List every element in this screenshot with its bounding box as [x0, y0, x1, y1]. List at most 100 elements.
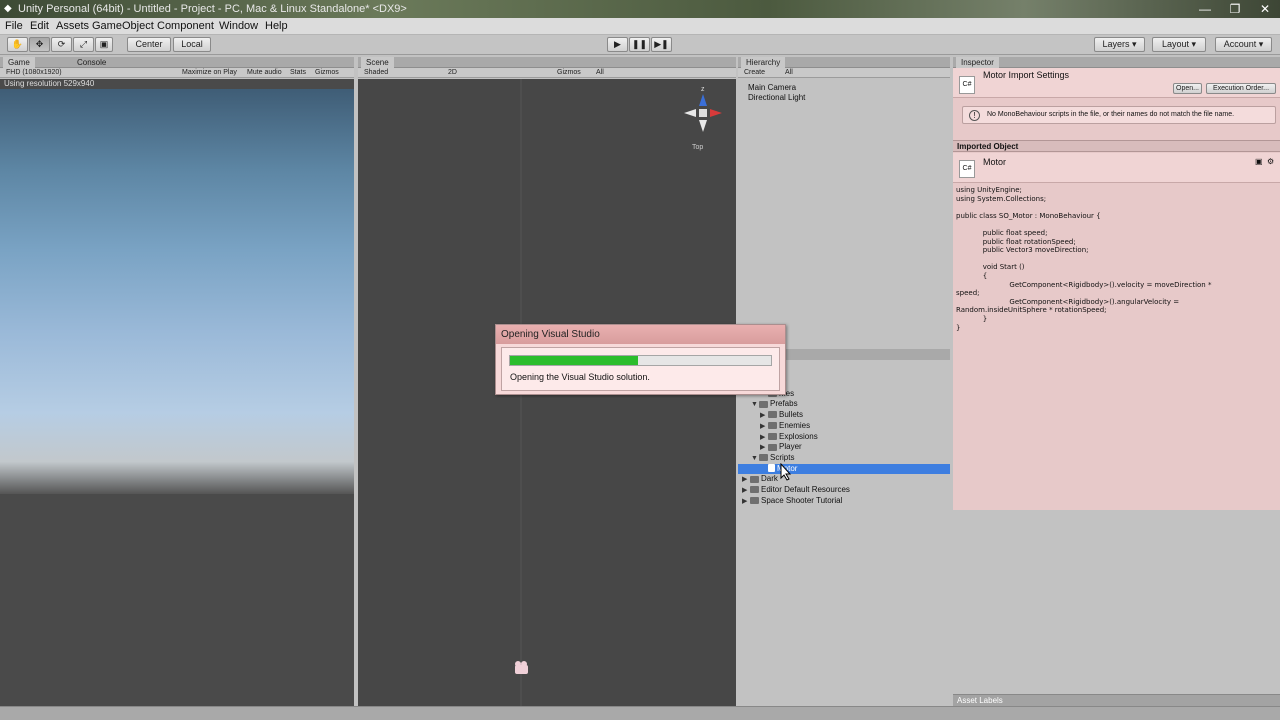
rotate-tool-button[interactable]: ⟳	[51, 37, 72, 52]
project-tree-label: Explosions	[779, 431, 818, 441]
close-button[interactable]: ✕	[1250, 0, 1280, 18]
expand-arrow-icon[interactable]: ▶	[742, 497, 750, 507]
folder-icon	[759, 454, 768, 462]
game-controls-bar: FHD (1080x1920) Maximize on Play Mute au…	[0, 68, 354, 78]
hierarchy-tabbar: Hierarchy	[738, 57, 950, 68]
tab-game[interactable]: Game	[3, 57, 35, 68]
menu-window[interactable]: Window	[219, 19, 258, 34]
scale-tool-button[interactable]: ⤢	[73, 37, 94, 52]
mute-audio-toggle[interactable]: Mute audio	[247, 68, 282, 78]
project-tree-item[interactable]: ▶ Dark	[738, 474, 950, 485]
expand-arrow-icon[interactable]: ▶	[742, 475, 750, 485]
rect-tool-button[interactable]: ▣	[95, 37, 113, 52]
tab-scene[interactable]: Scene	[361, 57, 394, 68]
play-button[interactable]: ▶	[607, 37, 628, 52]
account-dropdown[interactable]: Account ▾	[1215, 37, 1272, 52]
2d-toggle[interactable]: 2D	[448, 68, 457, 78]
camera-icon[interactable]	[515, 661, 528, 674]
execution-order-button[interactable]: Execution Order...	[1206, 83, 1276, 94]
project-tree-label: Editor Default Resources	[761, 485, 850, 494]
dialog-title: Opening Visual Studio	[496, 325, 785, 344]
hierarchy-search-input[interactable]: All	[785, 68, 793, 78]
move-tool-button[interactable]: ✥	[29, 37, 50, 52]
step-icon: ▶❚	[654, 39, 669, 49]
code-line: }	[956, 323, 961, 332]
game-tabbar: Game Console	[0, 57, 354, 68]
warning-box: ! No MonoBehaviour scripts in the file, …	[962, 106, 1276, 124]
script-file-icon: C#	[959, 76, 975, 94]
play-icon: ▶	[614, 39, 621, 49]
pause-button[interactable]: ❚❚	[629, 37, 650, 52]
gear-icon[interactable]: ⚙	[1267, 157, 1274, 166]
project-tree: ermes▼Prefabs▶Bullets▶Enemies▶Explosions…	[738, 360, 950, 706]
menu-edit[interactable]: Edit	[30, 19, 49, 34]
menu-gameobject[interactable]: GameObject	[92, 19, 154, 34]
window-title: Unity Personal (64bit) - Untitled - Proj…	[18, 3, 407, 15]
folder-icon	[759, 400, 768, 408]
warning-icon: !	[969, 110, 980, 121]
scene-gizmos-dropdown[interactable]: Gizmos	[557, 68, 581, 78]
project-tree-item[interactable]: Motor	[738, 463, 950, 474]
maximize-button[interactable]: ❐	[1220, 0, 1250, 18]
window-titlebar: ◆ Unity Personal (64bit) - Untitled - Pr…	[0, 0, 1280, 18]
folder-icon	[768, 422, 777, 430]
game-viewport[interactable]: Using resolution 529x940	[0, 79, 354, 706]
tab-hierarchy[interactable]: Hierarchy	[741, 57, 786, 68]
project-tree-item[interactable]: ▶ Player	[738, 442, 950, 453]
help-icon[interactable]: ▣	[1255, 157, 1263, 166]
project-tree-item[interactable]: ▶ Enemies	[738, 421, 950, 432]
game-panel-header: Game Console FHD (1080x1920) Maximize on…	[0, 57, 354, 79]
gizmos-toggle[interactable]: Gizmos	[315, 68, 339, 78]
status-bar	[0, 706, 1280, 720]
menu-assets[interactable]: Assets	[56, 19, 89, 34]
space-local-toggle[interactable]: Local	[173, 37, 211, 52]
inspector-empty-area	[953, 510, 1280, 706]
layers-label: Layers	[1102, 39, 1130, 49]
folder-icon	[750, 475, 759, 483]
project-tree-item[interactable]: ▶ Explosions	[738, 432, 950, 443]
layers-dropdown[interactable]: Layers ▾	[1094, 37, 1145, 52]
maximize-on-play-toggle[interactable]: Maximize on Play	[182, 68, 237, 78]
script-file-icon	[768, 464, 775, 473]
rect-icon: ▣	[99, 39, 109, 49]
scene-orientation-gizmo[interactable]	[684, 94, 722, 132]
expand-arrow-icon[interactable]: ▼	[751, 454, 759, 464]
hierarchy-item-directional-light[interactable]: Directional Light	[748, 93, 805, 103]
hand-tool-button[interactable]: ✋	[7, 37, 28, 52]
expand-arrow-icon[interactable]: ▶	[760, 422, 768, 432]
project-tree-label: Dark	[761, 474, 778, 484]
minimize-button[interactable]: —	[1190, 0, 1220, 18]
open-button[interactable]: Open...	[1173, 83, 1202, 94]
stats-toggle[interactable]: Stats	[290, 68, 306, 78]
hierarchy-item-main-camera[interactable]: Main Camera	[748, 83, 796, 93]
hierarchy-list: Main Camera Directional Light	[738, 79, 950, 347]
project-tree-item[interactable]: ▶ Editor Default Resources	[738, 485, 950, 496]
expand-arrow-icon[interactable]: ▶	[742, 486, 750, 496]
menu-component[interactable]: Component	[157, 19, 214, 34]
progress-dialog: Opening Visual Studio Opening the Visual…	[495, 324, 786, 395]
menu-file[interactable]: File	[5, 19, 23, 34]
scene-search-input[interactable]: All	[596, 68, 604, 78]
expand-arrow-icon[interactable]: ▶	[760, 443, 768, 453]
project-tree-item[interactable]: ▶ Space Shooter Tutorial	[738, 496, 950, 507]
pivot-center-toggle[interactable]: Center	[127, 37, 171, 52]
hierarchy-controls-bar: Create All	[738, 68, 950, 78]
asset-name: Motor	[983, 157, 1007, 167]
expand-arrow-icon[interactable]: ▼	[751, 400, 759, 410]
project-tree-label: Enemies	[779, 420, 811, 430]
layout-dropdown[interactable]: Layout ▾	[1152, 37, 1206, 52]
project-tree-item[interactable]: ▶ Bullets	[738, 410, 950, 421]
project-tree-item[interactable]: ▼ Scripts	[738, 453, 950, 464]
project-tree-label: Bullets	[779, 410, 804, 420]
menu-help[interactable]: Help	[265, 19, 288, 34]
shading-dropdown[interactable]: Shaded	[364, 68, 388, 78]
expand-arrow-icon[interactable]: ▶	[760, 411, 768, 421]
tab-inspector[interactable]: Inspector	[956, 57, 999, 68]
step-button[interactable]: ▶❚	[651, 37, 672, 52]
expand-arrow-icon[interactable]: ▶	[760, 433, 768, 443]
create-dropdown[interactable]: Create	[744, 68, 765, 78]
resolution-dropdown[interactable]: FHD (1080x1920)	[6, 68, 62, 78]
unity-logo-icon: ◆	[4, 3, 12, 14]
project-tree-item[interactable]: ▼ Prefabs	[738, 399, 950, 410]
tab-console[interactable]: Console	[72, 57, 111, 68]
